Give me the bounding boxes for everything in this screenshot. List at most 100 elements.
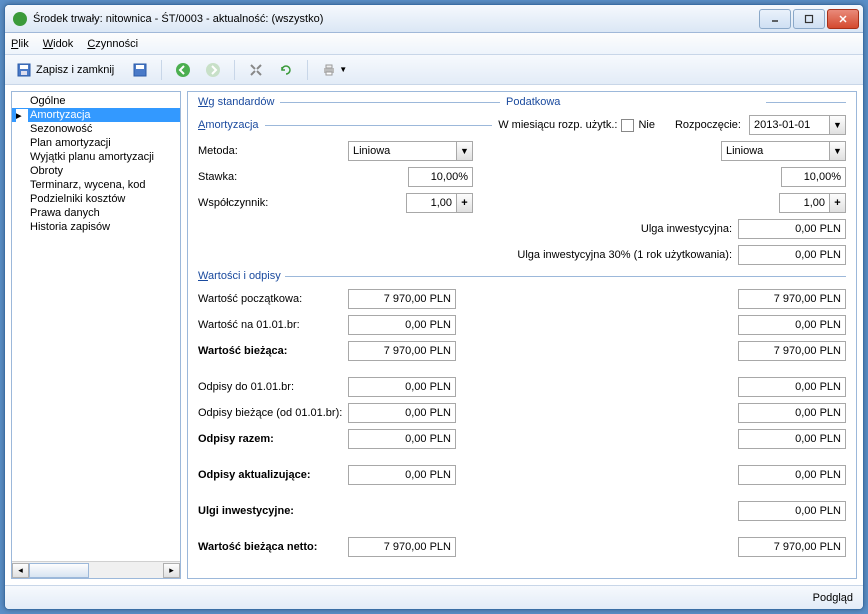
writeoffs-to-tax: 0,00 PLN — [738, 377, 846, 397]
refresh-icon — [278, 62, 294, 78]
writeoffs-total-tax: 0,00 PLN — [738, 429, 846, 449]
nav-panel: Ogólne ▸Amortyzacja Sezonowość Plan amor… — [11, 91, 181, 579]
writeoffs-to-std: 0,00 PLN — [348, 377, 456, 397]
values-group-header: Wartości i odpisy — [198, 270, 846, 282]
writeoffs-current-std: 0,00 PLN — [348, 403, 456, 423]
save-close-button[interactable]: Zapisz i zamknij — [11, 59, 123, 81]
current-value-std: 7 970,00 PLN — [348, 341, 456, 361]
save-close-label: Zapisz i zamknij — [36, 64, 114, 76]
start-month-checkbox[interactable] — [621, 119, 634, 132]
tools-button[interactable] — [243, 59, 269, 81]
invest-relief30-label: Ulga inwestycyjna 30% (1 rok użytkowania… — [517, 249, 732, 261]
amort-header-row: Amortyzacja W miesiącu rozp. użytk.: Nie… — [198, 114, 846, 136]
nav-scrollbar[interactable]: ◂ ▸ — [12, 561, 180, 578]
menu-actions[interactable]: Czynności — [87, 38, 138, 50]
method-select-tax[interactable]: Liniowa — [721, 141, 829, 161]
minimize-button[interactable] — [759, 9, 791, 29]
scroll-left-button[interactable]: ◂ — [12, 563, 29, 578]
method-label: Metoda: — [198, 145, 348, 157]
coef-std-plus-button[interactable]: + — [456, 193, 473, 213]
app-window: Środek trwały: nitownica - ŚT/0003 - akt… — [4, 4, 864, 610]
net-value-label: Wartość bieżąca netto: — [198, 541, 348, 553]
nav-item-exceptions[interactable]: Wyjątki planu amortyzacji — [12, 150, 180, 164]
amort-group-label: Amortyzacja — [198, 119, 259, 131]
print-button[interactable]: ▼ — [316, 59, 352, 81]
nav-list: Ogólne ▸Amortyzacja Sezonowość Plan amor… — [12, 92, 180, 561]
start-date-label: Rozpoczęcie: — [675, 119, 741, 131]
invest-reliefs-tax: 0,00 PLN — [738, 501, 846, 521]
invest-reliefs-label: Ulgi inwestycyjne: — [198, 505, 348, 517]
writeoffs-current-label: Odpisy bieżące (od 01.01.br): — [198, 407, 348, 419]
app-icon — [13, 12, 27, 26]
menu-view[interactable]: Widok — [43, 38, 74, 50]
standards-header: Wg standardów — [198, 96, 274, 108]
value-0101-label: Wartość na 01.01.br: — [198, 319, 348, 331]
rate-label: Stawka: — [198, 171, 348, 183]
writeoffs-total-label: Odpisy razem: — [198, 433, 348, 445]
value-0101-std: 0,00 PLN — [348, 315, 456, 335]
nav-item-history[interactable]: Historia zapisów — [12, 220, 180, 234]
nav-item-general[interactable]: Ogólne — [12, 94, 180, 108]
writeoffs-to-label: Odpisy do 01.01.br: — [198, 381, 348, 393]
tools-icon — [248, 62, 264, 78]
initial-value-label: Wartość początkowa: — [198, 293, 348, 305]
nav-item-plan[interactable]: Plan amortyzacji — [12, 136, 180, 150]
nav-item-dividers[interactable]: Podzielniki kosztów — [12, 192, 180, 206]
main-panel: Wg standardów Podatkowa Amortyzacja W mi… — [187, 91, 857, 579]
nav-item-turnover[interactable]: Obroty — [12, 164, 180, 178]
preview-link[interactable]: Podgląd — [813, 592, 853, 604]
nav-item-rights[interactable]: Prawa danych — [12, 206, 180, 220]
arrow-right-icon — [205, 62, 221, 78]
nav-item-seasonality[interactable]: Sezonowość — [12, 122, 180, 136]
coef-label: Współczynnik: — [198, 197, 348, 209]
titlebar: Środek trwały: nitownica - ŚT/0003 - akt… — [5, 5, 863, 33]
columns-header: Wg standardów Podatkowa — [198, 96, 846, 108]
values-group-label: Wartości i odpisy — [198, 270, 281, 282]
arrow-left-icon — [175, 62, 191, 78]
initial-value-tax: 7 970,00 PLN — [738, 289, 846, 309]
statusbar: Podgląd — [5, 585, 863, 609]
net-value-std: 7 970,00 PLN — [348, 537, 456, 557]
print-icon — [321, 62, 337, 78]
writeoffs-update-label: Odpisy aktualizujące: — [198, 469, 348, 481]
writeoffs-current-tax: 0,00 PLN — [738, 403, 846, 423]
forward-button[interactable] — [200, 59, 226, 81]
maximize-button[interactable] — [793, 9, 825, 29]
rate-std-field[interactable]: 10,00% — [408, 167, 473, 187]
method-select-std[interactable]: Liniowa — [348, 141, 456, 161]
current-value-label: Wartość bieżąca: — [198, 345, 348, 357]
refresh-button[interactable] — [273, 59, 299, 81]
method-tax-dropdown[interactable]: ▼ — [829, 141, 846, 161]
start-month-value: Nie — [638, 119, 655, 131]
menu-file[interactable]: Plik — [11, 38, 29, 50]
window-title: Środek trwały: nitownica - ŚT/0003 - akt… — [33, 13, 757, 25]
initial-value-std: 7 970,00 PLN — [348, 289, 456, 309]
writeoffs-total-std: 0,00 PLN — [348, 429, 456, 449]
start-date-dropdown[interactable]: ▼ — [829, 115, 846, 135]
scroll-right-button[interactable]: ▸ — [163, 563, 180, 578]
writeoffs-update-std: 0,00 PLN — [348, 465, 456, 485]
coef-tax-field[interactable]: 1,00 — [779, 193, 829, 213]
nav-item-schedule[interactable]: Terminarz, wycena, kod — [12, 178, 180, 192]
scroll-thumb[interactable] — [29, 563, 89, 578]
invest-relief-field[interactable]: 0,00 PLN — [738, 219, 846, 239]
start-date-field[interactable]: 2013-01-01 — [749, 115, 829, 135]
nav-item-amortization[interactable]: ▸Amortyzacja — [12, 108, 180, 122]
rate-tax-field[interactable]: 10,00% — [781, 167, 846, 187]
value-0101-tax: 0,00 PLN — [738, 315, 846, 335]
invest-relief30-field[interactable]: 0,00 PLN — [738, 245, 846, 265]
menubar: Plik Widok Czynności — [5, 33, 863, 55]
current-value-tax: 7 970,00 PLN — [738, 341, 846, 361]
save-icon — [16, 62, 32, 78]
writeoffs-update-tax: 0,00 PLN — [738, 465, 846, 485]
toolbar: Zapisz i zamknij ▼ — [5, 55, 863, 85]
method-std-dropdown[interactable]: ▼ — [456, 141, 473, 161]
coef-std-field[interactable]: 1,00 — [406, 193, 456, 213]
start-month-label: W miesiącu rozp. użytk.: — [498, 119, 617, 131]
back-button[interactable] — [170, 59, 196, 81]
coef-tax-plus-button[interactable]: + — [829, 193, 846, 213]
save-button[interactable] — [127, 59, 153, 81]
close-button[interactable] — [827, 9, 859, 29]
chevron-down-icon: ▼ — [339, 65, 347, 74]
net-value-tax: 7 970,00 PLN — [738, 537, 846, 557]
